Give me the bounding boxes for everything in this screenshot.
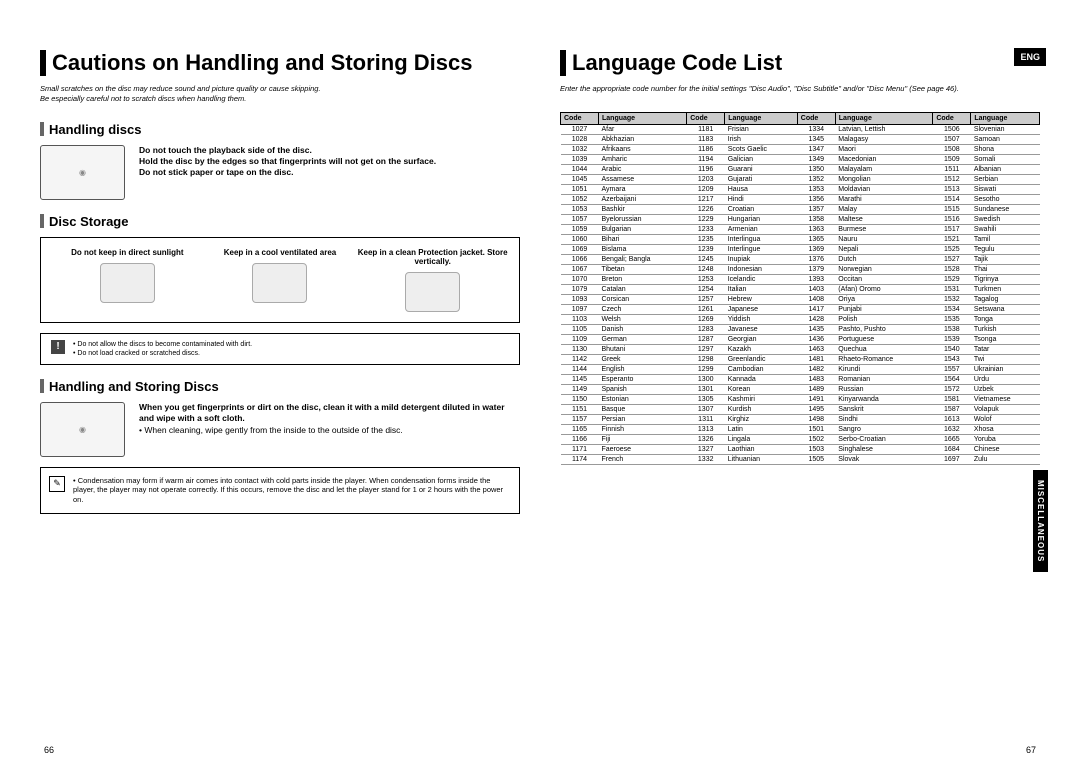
table-header: Code	[933, 112, 971, 124]
table-row: 1045Assamese1203Gujarati1352Mongolian151…	[561, 174, 1040, 184]
table-header: Code	[797, 112, 835, 124]
lang-table: CodeLanguageCodeLanguageCodeLanguageCode…	[560, 112, 1040, 465]
h-storage: Disc Storage	[40, 214, 520, 229]
storage-box: Do not keep in direct sunlight Keep in a…	[40, 237, 520, 323]
table-row: 1044Arabic1196Guarani1350Malayalam1511Al…	[561, 164, 1040, 174]
table-row: 1165Finnish1313Latin1501Sangro1632Xhosa	[561, 424, 1040, 434]
table-row: 1079Catalan1254Italian1403(Afan) Oromo15…	[561, 284, 1040, 294]
page-num-right: 67	[1026, 745, 1036, 755]
table-row: 1145Esperanto1300Kannada1483Romanian1564…	[561, 374, 1040, 384]
disc-hand-icon: ◉	[40, 145, 125, 200]
left-title: Cautions on Handling and Storing Discs	[40, 50, 520, 76]
table-row: 1057Byelorussian1229Hungarian1358Maltese…	[561, 214, 1040, 224]
table-row: 1066Bengali; Bangla1245Inupiak1376Dutch1…	[561, 254, 1040, 264]
table-row: 1093Corsican1257Hebrew1408Oriya1532Tagal…	[561, 294, 1040, 304]
table-row: 1166Fiji1326Lingala1502Serbo-Croatian166…	[561, 434, 1040, 444]
table-row: 1069Bislama1239Interlingue1369Nepali1525…	[561, 244, 1040, 254]
table-row: 1174French1332Lithuanian1505Slovak1697Zu…	[561, 454, 1040, 464]
condensation-note: ✎ • Condensation may form if warm air co…	[40, 467, 520, 514]
h-handling: Handling discs	[40, 122, 520, 137]
table-row: 1151Basque1307Kurdish1495Sanskrit1587Vol…	[561, 404, 1040, 414]
table-row: 1150Estonian1305Kashmiri1491Kinyarwanda1…	[561, 394, 1040, 404]
table-row: 1051Aymara1209Hausa1353Moldavian1513Sisw…	[561, 184, 1040, 194]
table-row: 1109German1287Georgian1436Portuguese1539…	[561, 334, 1040, 344]
right-page: ENG MISCELLANEOUS Language Code List Ent…	[560, 50, 1040, 514]
table-row: 1028Abkhazian1183Irish1345Malagasy1507Sa…	[561, 134, 1040, 144]
clean-disc-icon: ◉	[40, 402, 125, 457]
table-header: Code	[687, 112, 725, 124]
table-header: Language	[599, 112, 687, 124]
table-row: 1059Bulgarian1233Armenian1363Burmese1517…	[561, 224, 1040, 234]
right-sub: Enter the appropriate code number for th…	[560, 84, 1040, 94]
right-title: Language Code List	[560, 50, 1040, 76]
page-num-left: 66	[44, 745, 54, 755]
note-box: ! • Do not allow the discs to become con…	[40, 333, 520, 365]
hand-icon: ✎	[49, 476, 65, 492]
table-row: 1067Tibetan1248Indonesian1379Norwegian15…	[561, 264, 1040, 274]
misc-tab: MISCELLANEOUS	[1033, 470, 1048, 572]
table-row: 1142Greek1298Greenlandic1481Rhaeto-Roman…	[561, 354, 1040, 364]
jacket-icon	[405, 272, 460, 312]
table-row: 1103Welsh1269Yiddish1428Polish1535Tonga	[561, 314, 1040, 324]
table-row: 1070Breton1253Icelandic1393Occitan1529Ti…	[561, 274, 1040, 284]
clean-text: When you get fingerprints or dirt on the…	[139, 402, 520, 436]
table-row: 1039Amharic1194Galician1349Macedonian150…	[561, 154, 1040, 164]
table-row: 1144English1299Cambodian1482Kirundi1557U…	[561, 364, 1040, 374]
table-row: 1032Afrikaans1186Scots Gaelic1347Maori15…	[561, 144, 1040, 154]
table-header: Language	[835, 112, 933, 124]
table-row: 1060Bihari1235Interlingua1365Nauru1521Ta…	[561, 234, 1040, 244]
table-header: Language	[725, 112, 798, 124]
table-row: 1105Danish1283Javanese1435Pashto, Pushto…	[561, 324, 1040, 334]
h-handstore: Handling and Storing Discs	[40, 379, 520, 394]
sun-icon	[100, 263, 155, 303]
table-row: 1027Afar1181Frisian1334Latvian, Lettish1…	[561, 124, 1040, 134]
table-row: 1149Spanish1301Korean1489Russian1572Uzbe…	[561, 384, 1040, 394]
table-row: 1157Persian1311Kirghiz1498Sindhi1613Wolo…	[561, 414, 1040, 424]
table-row: 1130Bhutani1297Kazakh1463Quechua1540Tata…	[561, 344, 1040, 354]
left-subtitle: Small scratches on the disc may reduce s…	[40, 84, 520, 104]
eng-badge: ENG	[1014, 48, 1046, 66]
left-page: Cautions on Handling and Storing Discs S…	[40, 50, 520, 514]
table-header: Code	[561, 112, 599, 124]
table-row: 1171Faeroese1327Laothian1503Singhalese16…	[561, 444, 1040, 454]
table-row: 1053Bashkir1226Croatian1357Malay1515Sund…	[561, 204, 1040, 214]
table-header: Language	[971, 112, 1040, 124]
vent-icon	[252, 263, 307, 303]
handling-text: Do not touch the playback side of the di…	[139, 145, 436, 179]
table-row: 1052Azerbaijani1217Hindi1356Marathi1514S…	[561, 194, 1040, 204]
table-row: 1097Czech1261Japanese1417Punjabi1534Sets…	[561, 304, 1040, 314]
alert-icon: !	[51, 340, 65, 354]
